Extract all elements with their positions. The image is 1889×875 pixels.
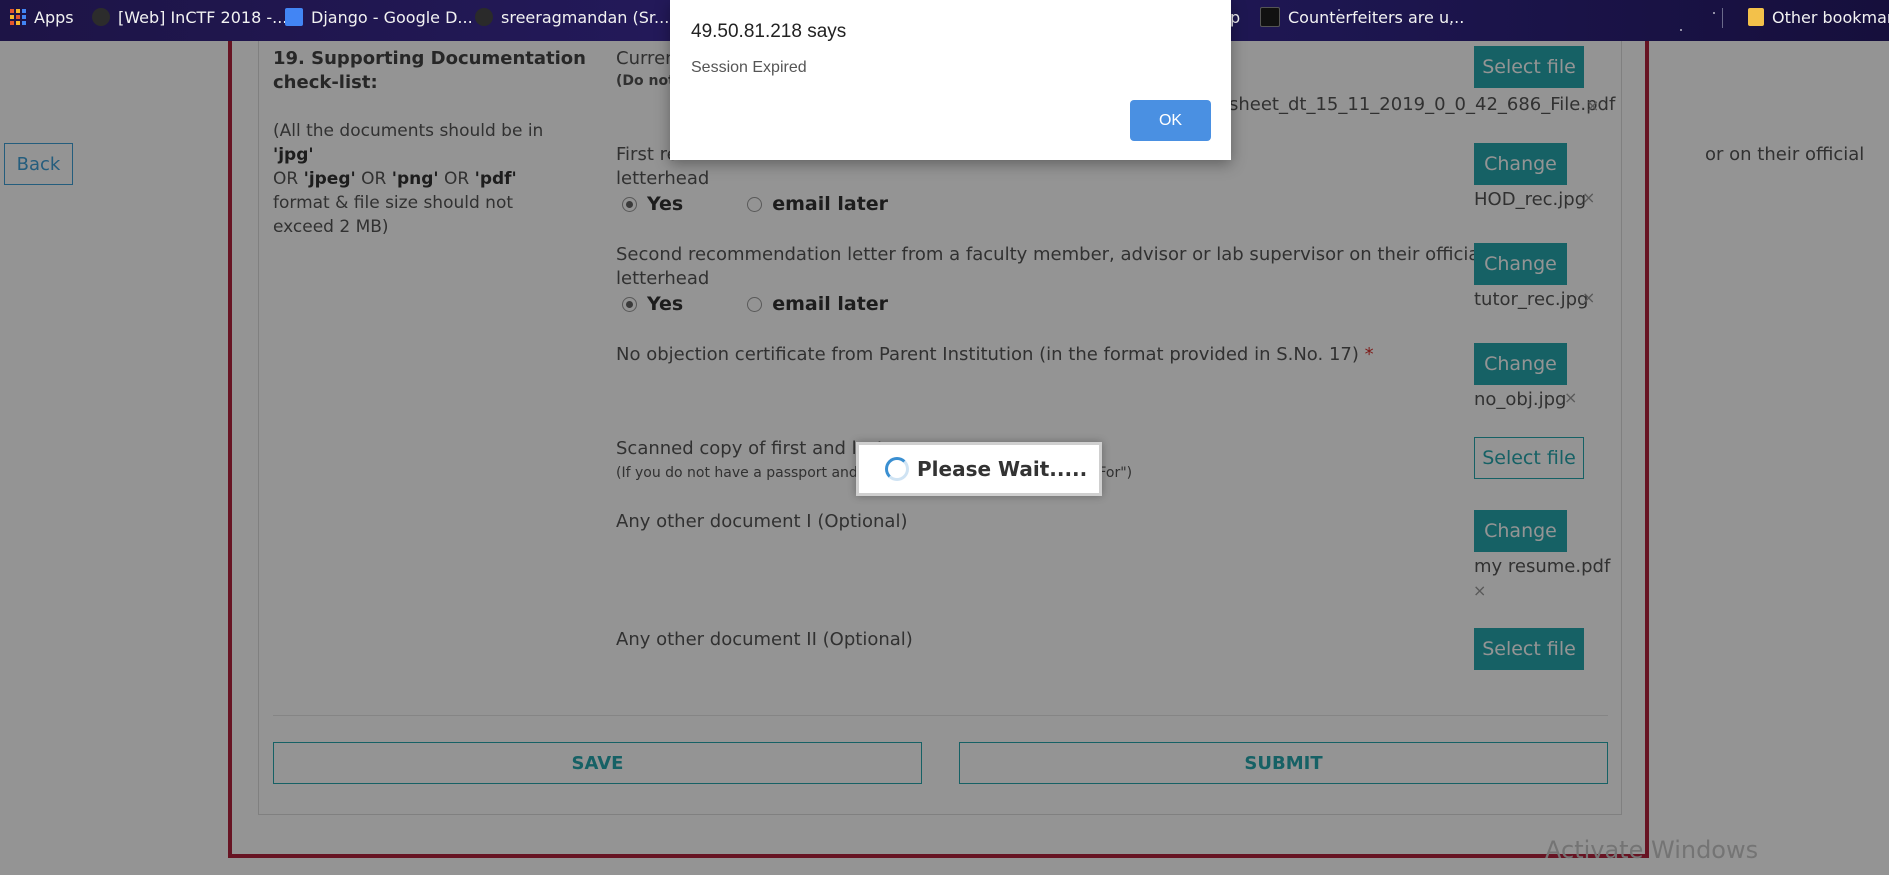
alert-message: Session Expired xyxy=(691,59,807,76)
other-bookmarks[interactable]: Other bookmarks xyxy=(1748,0,1889,34)
inctf-favicon-icon xyxy=(92,8,110,26)
bookmark-django-doc[interactable]: Django - Google D... xyxy=(285,0,473,34)
please-wait-dialog: Please Wait..... xyxy=(856,442,1102,496)
bookmark-github[interactable]: sreeragmandan (Sr... xyxy=(475,0,669,34)
bookmark-label: sreeragmandan (Sr... xyxy=(501,7,670,27)
bookmark-inctf[interactable]: [Web] InCTF 2018 -... xyxy=(92,0,287,34)
loading-spinner-icon xyxy=(885,457,909,481)
github-icon xyxy=(475,8,493,26)
bookmark-counterfeiters[interactable]: Counterfeiters are u... xyxy=(1260,0,1464,34)
bookmark-label: Counterfeiters are u... xyxy=(1288,7,1465,27)
apps-shortcut[interactable]: Apps xyxy=(10,0,74,34)
bookmark-label: [Web] InCTF 2018 -... xyxy=(118,7,288,27)
other-bookmarks-label: Other bookmarks xyxy=(1772,7,1889,27)
bookmark-label: p xyxy=(1230,7,1241,27)
bookmark-partial[interactable]: p xyxy=(1230,0,1240,34)
apps-label: Apps xyxy=(34,7,74,27)
alert-ok-button[interactable]: OK xyxy=(1130,100,1211,141)
google-docs-icon xyxy=(285,8,303,26)
please-wait-text: Please Wait..... xyxy=(917,457,1088,481)
alert-host: 49.50.81.218 says xyxy=(691,21,847,42)
apps-grid-icon xyxy=(10,9,26,25)
site-favicon-icon xyxy=(1260,7,1280,27)
folder-icon xyxy=(1748,8,1764,26)
session-expired-alert: 49.50.81.218 says Session Expired OK xyxy=(670,0,1231,160)
bookmarks-divider xyxy=(1722,8,1723,28)
bookmark-label: Django - Google D... xyxy=(311,7,473,27)
